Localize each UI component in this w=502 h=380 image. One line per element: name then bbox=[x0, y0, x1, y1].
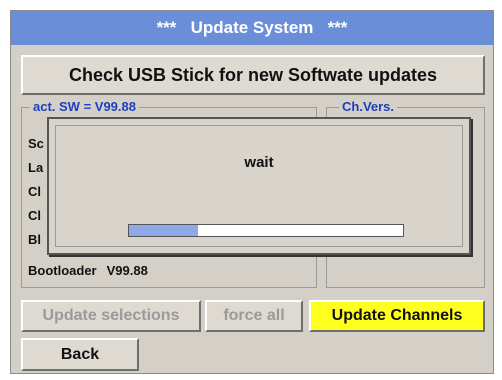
sw-row-label: La bbox=[28, 160, 44, 175]
bootloader-label: Bootloader bbox=[28, 263, 97, 278]
sw-row-label: Sc bbox=[28, 136, 44, 151]
progress-bar-fill bbox=[129, 225, 198, 236]
sw-row-label: Cl bbox=[28, 208, 41, 223]
sw-row-label: Cl bbox=[28, 184, 41, 199]
channel-version-legend: Ch.Vers. bbox=[339, 99, 398, 115]
wait-dialog-frame: wait bbox=[55, 125, 463, 247]
bootloader-version: V99.88 bbox=[106, 263, 148, 278]
sw-row-label: Bl bbox=[28, 232, 41, 247]
window-title: *** Update System *** bbox=[11, 11, 493, 45]
wait-message: wait bbox=[244, 154, 274, 171]
wait-dialog: wait bbox=[47, 117, 471, 255]
check-usb-button[interactable]: Check USB Stick for new Softwate updates bbox=[21, 55, 485, 95]
update-selections-button[interactable]: Update selections bbox=[21, 300, 201, 332]
back-button[interactable]: Back bbox=[21, 338, 139, 371]
force-all-button[interactable]: force all bbox=[205, 300, 303, 332]
update-channels-button[interactable]: Update Channels bbox=[309, 300, 485, 332]
update-system-screen: *** Update System *** Check USB Stick fo… bbox=[10, 10, 494, 374]
bootloader-row: Bootloader V99.88 bbox=[28, 263, 158, 278]
progress-bar bbox=[128, 224, 404, 237]
software-version-legend: act. SW = V99.88 bbox=[30, 99, 139, 115]
